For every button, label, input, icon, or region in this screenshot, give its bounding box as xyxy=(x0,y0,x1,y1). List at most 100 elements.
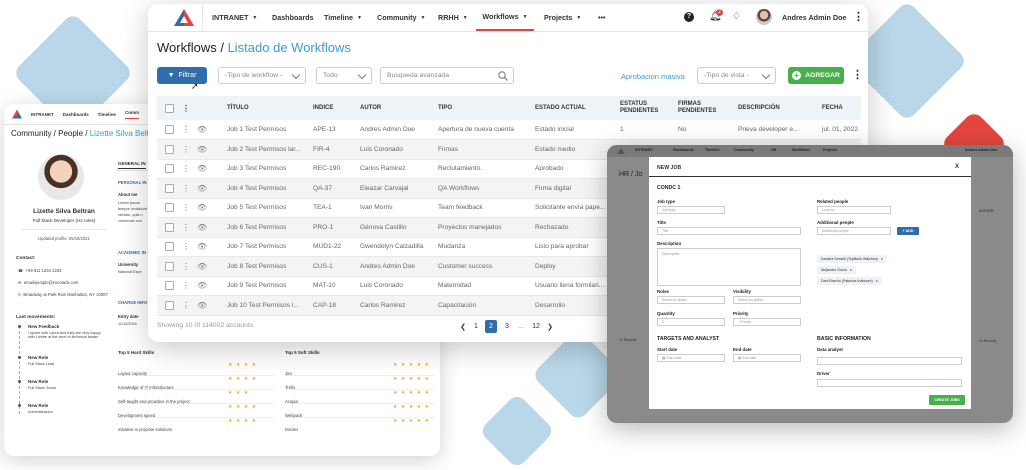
close-icon[interactable]: X xyxy=(955,164,959,170)
title-input[interactable]: Title xyxy=(657,227,801,235)
view-icon[interactable]: 👁︎ xyxy=(197,140,207,159)
workflow-type-select[interactable]: -Tipo de workflow - xyxy=(218,67,306,84)
view-icon[interactable]: 👁︎ xyxy=(197,257,207,276)
quantity-input[interactable]: 0 xyxy=(657,318,725,326)
nav-dashboards[interactable]: Dashboards xyxy=(63,112,89,117)
row-menu-icon[interactable]: ⋮ xyxy=(182,296,190,315)
nav-community[interactable]: Community ▼ xyxy=(377,4,425,31)
mass-approval-link[interactable]: Aprobacion masiva xyxy=(621,72,685,81)
nav-timeline[interactable]: Timeline ▼ xyxy=(324,4,362,31)
nav-intranet[interactable]: INTRANET ▼ xyxy=(212,4,257,31)
col-date[interactable]: FECHA xyxy=(822,96,843,120)
nav-workflows[interactable]: Workflows ▼ xyxy=(476,4,534,31)
visibility-select[interactable]: Select an option xyxy=(733,296,801,304)
additional-input[interactable]: Additional people xyxy=(817,227,891,235)
row-menu-icon[interactable]: ⋮ xyxy=(182,140,190,159)
next-page-icon[interactable]: ❯ xyxy=(545,320,555,333)
row-checkbox[interactable] xyxy=(165,159,174,178)
col-description[interactable]: DESCRIPCIÓN xyxy=(738,96,780,120)
dots-icon[interactable]: ⋮ xyxy=(182,96,190,120)
nav-intranet[interactable]: INTRANET xyxy=(31,112,54,117)
row-checkbox[interactable] xyxy=(165,120,174,139)
search-input[interactable]: Busqueda avanzada xyxy=(380,67,514,84)
title-link[interactable]: Listado de Workflows xyxy=(228,40,351,55)
email-text[interactable]: emailejemplo@zocotack.com xyxy=(24,280,79,285)
checkbox[interactable] xyxy=(165,203,174,212)
col-author[interactable]: AUTOR xyxy=(360,96,381,120)
nav-hr[interactable]: HR xyxy=(771,148,776,152)
nav-workflows[interactable]: Workflows xyxy=(792,148,810,152)
view-icon[interactable]: 👁︎ xyxy=(197,179,207,198)
col-state[interactable]: ESTADO ACTUAL xyxy=(535,96,586,120)
view-icon[interactable]: 👁︎ xyxy=(197,198,207,217)
page-3[interactable]: 3 xyxy=(502,320,512,333)
row-menu-icon[interactable]: ⋮ xyxy=(182,237,190,256)
row-menu-icon[interactable]: ⋮ xyxy=(182,257,190,276)
help-icon[interactable]: ? xyxy=(684,12,694,22)
nav-community[interactable]: Comm xyxy=(124,110,139,119)
job-type-select[interactable]: Add type xyxy=(657,206,725,214)
page-1[interactable]: 1 xyxy=(471,320,481,333)
create-jobs-button[interactable]: CREATE JOBS xyxy=(929,395,965,405)
all-select[interactable]: Todo xyxy=(316,67,372,84)
page-12[interactable]: 12 xyxy=(530,320,542,333)
tab-general-info[interactable]: GENERAL IN xyxy=(118,161,146,169)
close-icon[interactable]: x xyxy=(850,268,852,272)
user-name[interactable]: Andres Admin Doe xyxy=(782,4,846,31)
roles-select[interactable]: Select an option xyxy=(657,296,725,304)
view-type-select[interactable]: -Tipo de vista - xyxy=(697,67,776,84)
start-date-input[interactable]: ▦ Start date xyxy=(657,354,725,362)
row-checkbox[interactable] xyxy=(165,198,174,217)
page-2[interactable]: 2 xyxy=(485,320,497,333)
row-menu-icon[interactable]: ⋮ xyxy=(182,120,190,139)
view-icon[interactable]: 👁︎ xyxy=(197,237,207,256)
nav-dashboards[interactable]: Dashboards xyxy=(272,4,314,31)
row-checkbox[interactable] xyxy=(165,296,174,315)
analyst-input[interactable] xyxy=(817,357,962,365)
row-checkbox[interactable] xyxy=(165,276,174,295)
view-icon[interactable]: 👁︎ xyxy=(197,276,207,295)
checkbox[interactable] xyxy=(165,125,174,134)
row-checkbox[interactable] xyxy=(165,140,174,159)
close-icon[interactable]: x xyxy=(881,257,883,261)
nav-timeline[interactable]: Timeline xyxy=(705,148,720,152)
checkbox[interactable] xyxy=(165,300,174,310)
filter-button[interactable]: ▼ Filtrar xyxy=(157,67,207,84)
nav-timeline[interactable]: Timeline xyxy=(98,112,116,117)
checkbox[interactable] xyxy=(165,261,174,271)
row-checkbox[interactable] xyxy=(165,237,174,256)
col-pending-status[interactable]: ESTATUS PENDIENTES xyxy=(620,96,662,120)
row-menu-icon[interactable]: ⋮ xyxy=(182,218,190,237)
view-icon[interactable]: 👁︎ xyxy=(197,296,207,315)
select-all-checkbox[interactable] xyxy=(165,96,174,120)
checkbox[interactable] xyxy=(165,222,174,232)
add-person-button[interactable]: + ADD xyxy=(897,227,919,235)
prev-page-icon[interactable]: ❮ xyxy=(458,320,468,333)
related-select[interactable]: Look for xyxy=(817,206,891,214)
row-menu-icon[interactable]: ⋮ xyxy=(182,179,190,198)
add-button[interactable]: + AGREGAR xyxy=(788,67,844,84)
kebab-menu-icon[interactable]: ⋮ xyxy=(853,10,864,23)
checkbox[interactable] xyxy=(165,144,174,154)
checkbox[interactable] xyxy=(165,164,174,173)
user-name[interactable]: Andres Admin Doe xyxy=(965,148,997,152)
row-menu-icon[interactable]: ⋮ xyxy=(182,276,190,295)
priority-select[interactable]: - Priority xyxy=(733,318,801,326)
nav-community[interactable]: Community xyxy=(734,148,754,152)
nav-rrhh[interactable]: RRHH ▼ xyxy=(438,4,468,31)
row-checkbox[interactable] xyxy=(165,257,174,276)
col-pending-signatures[interactable]: FIRMAS PENDIENTES xyxy=(678,96,718,120)
row-menu-icon[interactable]: ⋮ xyxy=(182,198,190,217)
checkbox[interactable] xyxy=(165,281,174,290)
view-icon[interactable]: 👁︎ xyxy=(197,159,207,178)
nav-projects[interactable]: Projects xyxy=(823,148,837,152)
col-title[interactable]: TÍTULO xyxy=(227,96,249,120)
description-textarea[interactable]: Description xyxy=(657,248,801,286)
user-avatar[interactable] xyxy=(756,9,772,25)
row-checkbox[interactable] xyxy=(165,179,174,198)
row-menu-icon[interactable]: ⋮ xyxy=(182,159,190,178)
checkbox[interactable] xyxy=(165,103,174,113)
nav-more[interactable]: ••• xyxy=(598,4,606,31)
nav-intranet[interactable]: INTRANET xyxy=(635,148,653,152)
view-icon[interactable]: 👁︎ xyxy=(197,218,207,237)
